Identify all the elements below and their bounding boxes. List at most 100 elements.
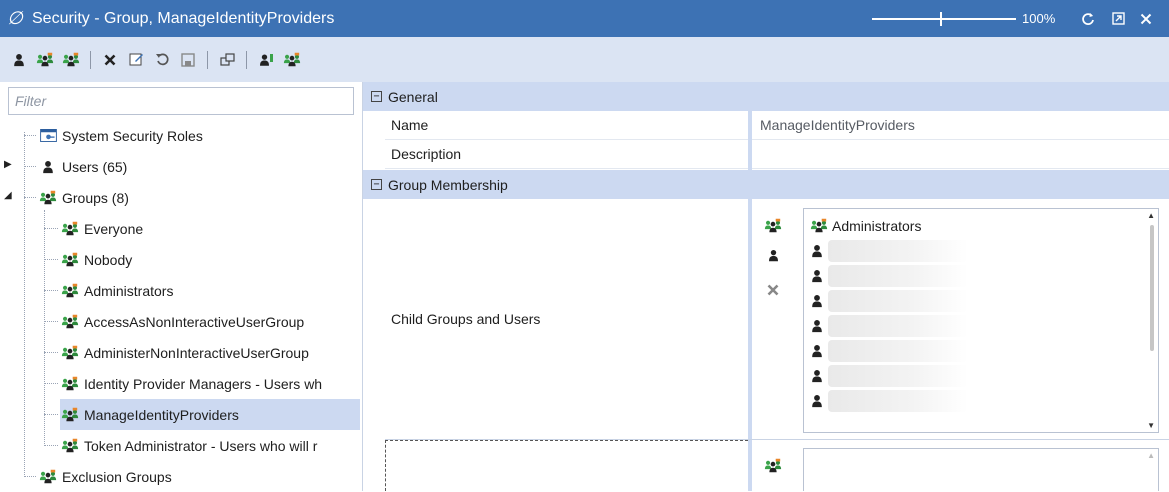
column-splitter[interactable]: [748, 82, 752, 491]
save-icon[interactable]: [175, 47, 201, 73]
scrollbar-thumb[interactable]: [1150, 225, 1154, 351]
tree-connector: [44, 290, 58, 291]
property-label: Name: [391, 117, 429, 133]
refresh-icon[interactable]: [1076, 0, 1100, 37]
list-scrollbar[interactable]: ▲ ▼: [1144, 209, 1158, 432]
scroll-up-icon[interactable]: ▲: [1147, 451, 1155, 460]
list-item[interactable]: [804, 288, 1158, 313]
remove-member-icon[interactable]: [761, 270, 785, 310]
toolbar-separator: [246, 50, 247, 69]
tree-node-access-as-non-interactive[interactable]: AccessAsNonInteractiveUserGroup: [60, 306, 360, 337]
redacted-member: [828, 339, 968, 362]
tree-node-label: Administrators: [84, 282, 174, 299]
tree-panel: Filter ▶ ◢ System Security Roles Users (…: [0, 82, 363, 491]
zoom-slider-thumb[interactable]: [940, 11, 942, 26]
group-icon: [60, 374, 80, 394]
user-icon: [810, 368, 824, 384]
add-group-alt-icon[interactable]: [58, 47, 84, 73]
exclusion-actions: [761, 450, 785, 480]
toolbar-separator: [207, 50, 208, 69]
list-item[interactable]: [804, 238, 1158, 263]
membership-actions: [761, 210, 785, 310]
property-row-description[interactable]: Description: [385, 140, 1169, 169]
user-permissions-icon[interactable]: [253, 47, 279, 73]
toolbar-separator: [90, 50, 91, 69]
member-label: Administrators: [832, 217, 922, 234]
tree-node-administrators[interactable]: Administrators: [60, 275, 360, 306]
tree-node-identity-provider-managers[interactable]: Identity Provider Managers - Users wh: [60, 368, 360, 399]
tree-connector: [44, 445, 58, 446]
exclusion-members-list[interactable]: ▲: [803, 448, 1159, 491]
property-label: Child Groups and Users: [391, 311, 541, 327]
tree-node-exclusion-groups[interactable]: Exclusion Groups: [38, 461, 358, 492]
add-user-icon[interactable]: [6, 47, 32, 73]
collapse-section-icon[interactable]: −: [371, 91, 382, 102]
section-general[interactable]: − General: [363, 82, 1169, 111]
tree-node-nobody[interactable]: Nobody: [60, 244, 360, 275]
list-item[interactable]: [804, 263, 1158, 288]
property-row-name[interactable]: Name ManageIdentityProviders: [385, 111, 1169, 140]
tree-node-token-administrator[interactable]: Token Administrator - Users who will r: [60, 430, 360, 461]
list-item[interactable]: [804, 388, 1158, 413]
list-scrollbar[interactable]: ▲: [1144, 449, 1158, 491]
tree-connector: [44, 210, 45, 446]
tree-node-groups[interactable]: Groups (8): [38, 182, 358, 213]
tree-node-label: Users (65): [62, 158, 128, 175]
undo-icon[interactable]: [149, 47, 175, 73]
tree-connector: [24, 166, 36, 167]
title-bar: ∅ Security - Group, ManageIdentityProvid…: [0, 0, 1169, 37]
focused-row-outline: [385, 440, 748, 491]
close-icon[interactable]: [1134, 0, 1158, 37]
child-members-list[interactable]: Administrators ▲ ▼: [803, 208, 1159, 433]
list-item[interactable]: [804, 363, 1158, 388]
expand-arrow-icon[interactable]: ▶: [4, 160, 14, 170]
redacted-member: [828, 314, 968, 337]
identity-icon[interactable]: [279, 47, 305, 73]
tree-node-manage-identity-providers[interactable]: ManageIdentityProviders: [60, 399, 360, 430]
tree-node-administer-non-interactive[interactable]: AdministerNonInteractiveUserGroup: [60, 337, 360, 368]
add-group-member-icon[interactable]: [761, 450, 785, 480]
list-item[interactable]: [804, 338, 1158, 363]
user-icon: [38, 157, 58, 177]
toolbar: [0, 37, 1169, 82]
group-icon: [60, 405, 80, 425]
tree-node-everyone[interactable]: Everyone: [60, 213, 360, 244]
collapse-arrow-icon[interactable]: ◢: [4, 191, 14, 201]
scroll-down-icon[interactable]: ▼: [1147, 421, 1155, 430]
delete-icon[interactable]: [97, 47, 123, 73]
edit-icon[interactable]: [123, 47, 149, 73]
section-group-membership[interactable]: − Group Membership: [363, 170, 1169, 199]
add-group-icon[interactable]: [32, 47, 58, 73]
add-group-member-icon[interactable]: [761, 210, 785, 240]
filter-input[interactable]: Filter: [8, 87, 354, 115]
tree-node-label: AdministerNonInteractiveUserGroup: [84, 344, 309, 361]
user-icon: [810, 268, 824, 284]
group-icon: [60, 436, 80, 456]
window-icon[interactable]: [214, 47, 240, 73]
section-title: General: [388, 88, 438, 105]
list-item[interactable]: [804, 313, 1158, 338]
redacted-member: [828, 289, 968, 312]
add-user-member-icon[interactable]: [761, 240, 785, 270]
group-icon: [60, 343, 80, 363]
name-value[interactable]: ManageIdentityProviders: [760, 117, 915, 133]
tree-node-users[interactable]: Users (65): [38, 151, 358, 182]
section-title: Group Membership: [388, 176, 508, 193]
user-icon: [810, 393, 824, 409]
tree-connector: [24, 476, 36, 477]
tree-node-system-security-roles[interactable]: System Security Roles: [38, 120, 358, 151]
redacted-member: [828, 239, 968, 262]
zoom-slider[interactable]: [872, 11, 1016, 26]
user-icon: [810, 343, 824, 359]
list-item[interactable]: Administrators: [804, 213, 1158, 238]
tree-node-label: AccessAsNonInteractiveUserGroup: [84, 313, 305, 330]
property-gutter: [363, 82, 385, 491]
user-icon: [810, 293, 824, 309]
restore-window-icon[interactable]: [1106, 0, 1130, 37]
scroll-up-icon[interactable]: ▲: [1147, 211, 1155, 220]
tree-connector: [44, 259, 58, 260]
redacted-member: [828, 364, 968, 387]
tree-connector: [24, 197, 36, 198]
collapse-section-icon[interactable]: −: [371, 179, 382, 190]
tree-connector: [44, 321, 58, 322]
